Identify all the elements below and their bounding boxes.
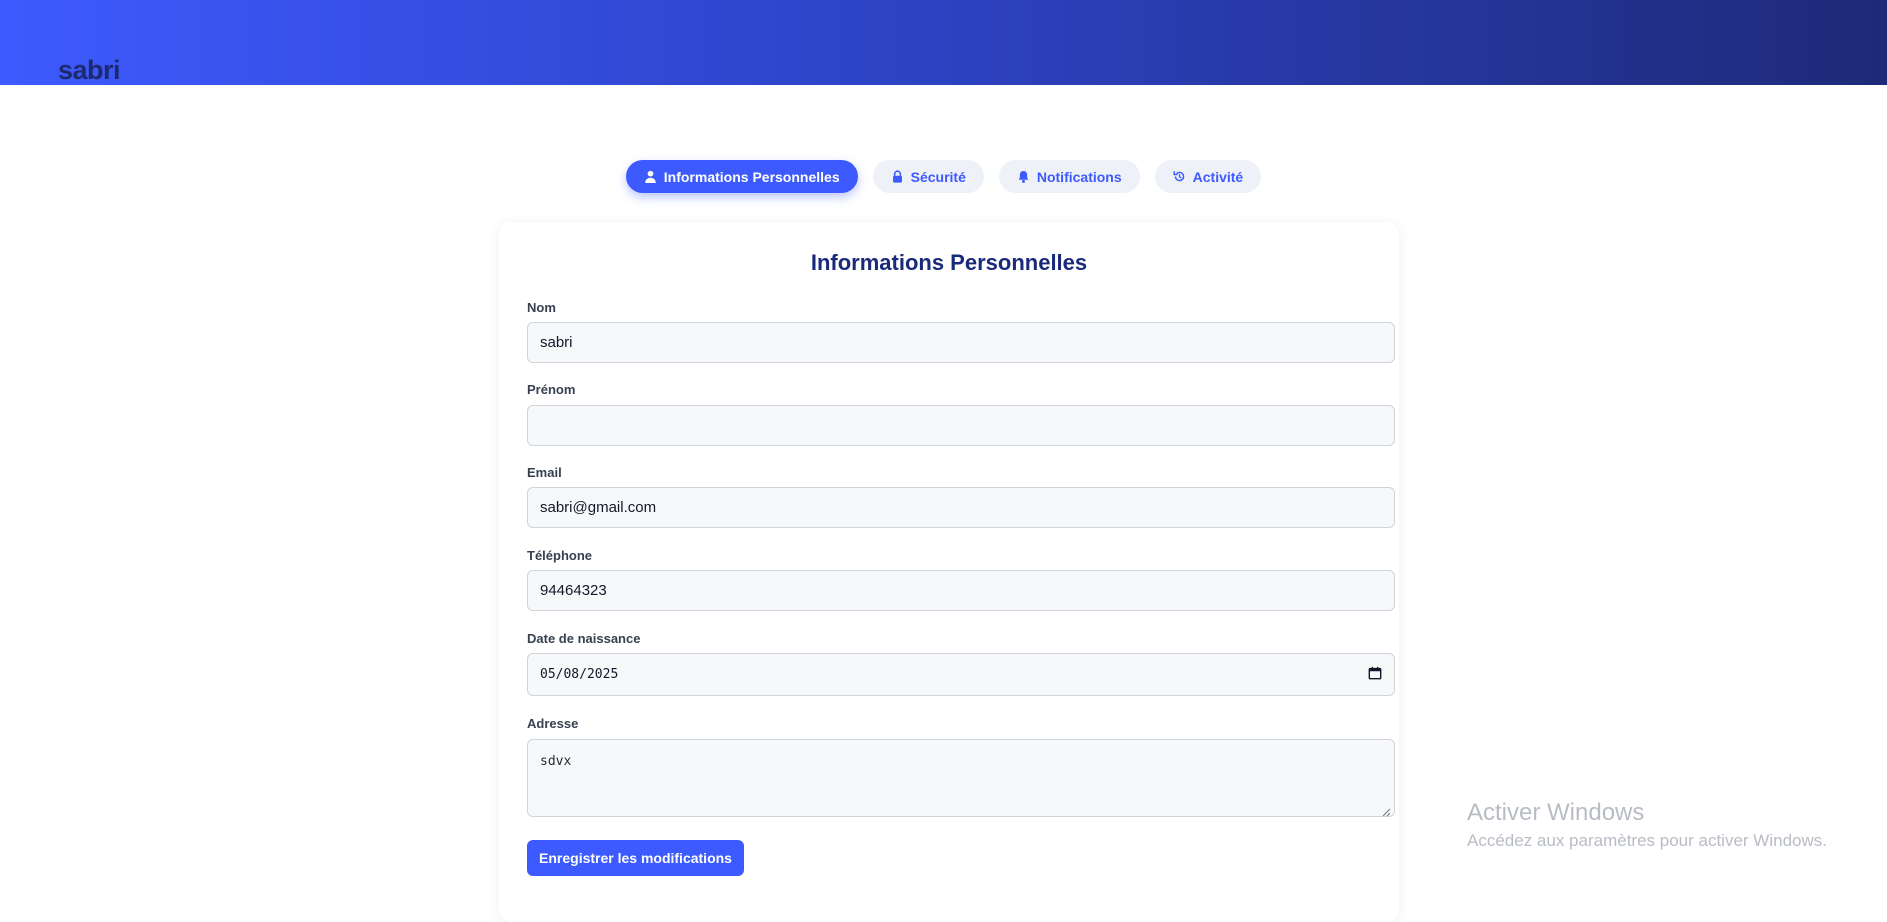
- date-naissance-input[interactable]: 05/08/2025: [527, 653, 1395, 696]
- app-header: sabri: [0, 0, 1887, 85]
- tab-label: Activité: [1192, 168, 1244, 185]
- email-value: sabri@gmail.com: [540, 499, 657, 516]
- header-title: sabri: [58, 55, 121, 85]
- lock-icon: [891, 170, 904, 183]
- adresse-label: Adresse: [527, 716, 579, 731]
- form-title: Informations Personnelles: [810, 250, 1088, 275]
- date-naissance-label: Date de naissance: [527, 631, 641, 646]
- adresse-textarea[interactable]: sdvx: [527, 739, 1395, 817]
- date-naissance-value: 05/08/2025: [540, 667, 619, 682]
- user-icon: [644, 170, 657, 183]
- calendar-icon[interactable]: [1368, 666, 1382, 684]
- tab-label: Notifications: [1036, 168, 1122, 185]
- adresse-value: sdvx: [540, 754, 572, 769]
- tab-activite[interactable]: Activité: [1154, 160, 1262, 193]
- tab-label: Informations Personnelles: [663, 168, 840, 185]
- telephone-label: Téléphone: [527, 548, 593, 563]
- tab-securite[interactable]: Sécurité: [872, 160, 984, 193]
- prenom-label: Prénom: [527, 382, 576, 397]
- resize-handle-icon[interactable]: [1382, 804, 1391, 817]
- tab-informations-personnelles[interactable]: Informations Personnelles: [625, 160, 858, 193]
- profile-tabs: Informations Personnelles Sécurité Notif…: [0, 160, 1887, 193]
- windows-activation-watermark: Activer Windows Accédez aux paramètres p…: [1467, 798, 1827, 854]
- bell-icon: [1017, 170, 1030, 183]
- tab-label: Sécurité: [910, 168, 966, 185]
- nom-label: Nom: [527, 300, 556, 315]
- email-input[interactable]: sabri@gmail.com: [527, 487, 1395, 528]
- history-icon: [1173, 170, 1186, 183]
- tab-notifications[interactable]: Notifications: [998, 160, 1140, 193]
- telephone-value: 94464323: [540, 582, 607, 599]
- personal-info-card: Informations Personnelles Nom sabri Prén…: [499, 222, 1399, 922]
- email-label: Email: [527, 465, 562, 480]
- nom-input[interactable]: sabri: [527, 322, 1395, 363]
- save-button[interactable]: Enregistrer les modifications: [527, 840, 744, 876]
- watermark-title: Activer Windows: [1467, 799, 1645, 826]
- prenom-input[interactable]: [527, 405, 1395, 446]
- nom-value: sabri: [540, 334, 573, 351]
- telephone-input[interactable]: 94464323: [527, 570, 1395, 611]
- watermark-subtitle: Accédez aux paramètres pour activer Wind…: [1467, 831, 1827, 850]
